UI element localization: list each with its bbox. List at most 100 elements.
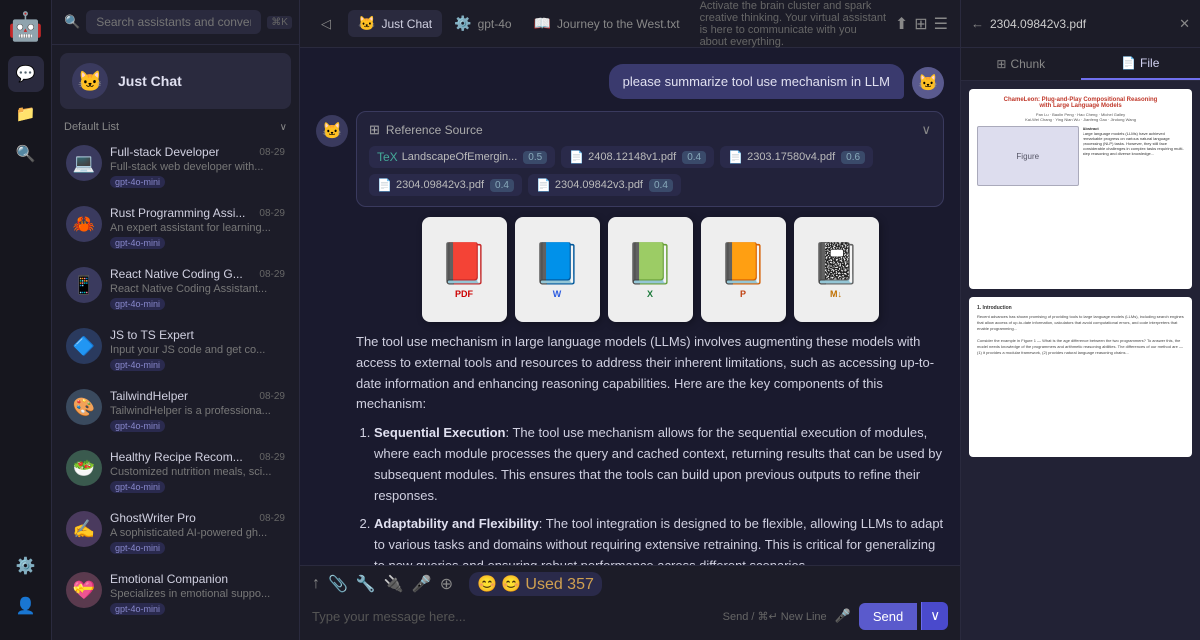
- chat-date: 08-29: [259, 452, 285, 463]
- send-dropdown[interactable]: ∨: [921, 602, 948, 630]
- chat-info: JS to TS Expert Input your JS code and g…: [110, 328, 285, 371]
- md-label: M↓: [830, 289, 842, 299]
- list-item[interactable]: 💝 Emotional Companion Specializes in emo…: [58, 564, 293, 623]
- chat-info: Rust Programming Assi...08-29 An expert …: [110, 206, 285, 249]
- file-icon-md[interactable]: 📓 M↓: [794, 217, 879, 322]
- ref-icon: ⊞: [369, 122, 380, 138]
- tool-icon[interactable]: 🔧: [356, 574, 376, 594]
- chat-name: Full-stack Developer: [110, 145, 219, 159]
- section-label: Default List: [64, 121, 119, 133]
- user-bubble: please summarize tool use mechanism in L…: [609, 64, 904, 99]
- input-area: ↑ 📎 🔧 🔌 🎤 ⊕ 😊 😊 Used 357 Send / ⌘↵ New L…: [300, 565, 960, 640]
- avatar: 🔷: [66, 328, 102, 364]
- chat-name: Healthy Recipe Recom...: [110, 450, 243, 464]
- mic-icon[interactable]: 🎤: [835, 608, 851, 624]
- tab-file-icon: 📖: [534, 15, 551, 32]
- section-chevron[interactable]: ∨: [280, 122, 287, 133]
- pdf-page1-figure: Figure Abstract Large language models (L…: [977, 126, 1184, 186]
- list-item[interactable]: ✍️ GhostWriter Pro08-29 A sophisticated …: [58, 503, 293, 562]
- search-input[interactable]: [86, 10, 261, 34]
- chat-info: Healthy Recipe Recom...08-29 Customized …: [110, 450, 285, 493]
- ref-file-2[interactable]: 📄 2408.12148v1.pdf 0.4: [561, 146, 714, 168]
- chunk-icon: ⊞: [996, 57, 1006, 71]
- ref-score: 0.4: [490, 179, 514, 192]
- model-tag: gpt-4o-mini: [110, 237, 165, 249]
- list-item[interactable]: 📱 React Native Coding G...08-29 React Na…: [58, 259, 293, 318]
- list-item[interactable]: 🎨 TailwindHelper08-29 TailwindHelper is …: [58, 381, 293, 440]
- avatar: 🦀: [66, 206, 102, 242]
- upload-icon[interactable]: ↑: [312, 575, 320, 593]
- layout-icon[interactable]: ⊞: [914, 14, 927, 34]
- ref-label: Reference Source: [386, 123, 483, 137]
- emoji-icon[interactable]: ⊕: [440, 574, 453, 594]
- ref-title: ⊞ Reference Source: [369, 122, 483, 138]
- list-item[interactable]: 🥗 Healthy Recipe Recom...08-29 Customize…: [58, 442, 293, 501]
- voice-icon[interactable]: 🎤: [412, 574, 432, 594]
- nav-user[interactable]: 👤: [8, 588, 44, 624]
- active-chat[interactable]: 🐱 Just Chat: [60, 53, 291, 109]
- tab-just-chat[interactable]: 🐱 Just Chat: [348, 10, 442, 37]
- ref-file-1[interactable]: TeX LandscapeOfEmergin... 0.5: [369, 146, 555, 168]
- pdf-page-1[interactable]: ChameLeon: Plug-and-Play Compositional R…: [969, 89, 1192, 289]
- tab-gpt[interactable]: ⚙️ gpt-4o: [444, 10, 521, 37]
- chat-date: 08-29: [259, 147, 285, 158]
- attachment-icon[interactable]: 📎: [328, 574, 348, 594]
- chat-preview: An expert assistant for learning...: [110, 222, 285, 234]
- ref-file-4[interactable]: 📄 2304.09842v3.pdf 0.4: [369, 174, 522, 196]
- chat-preview: A sophisticated AI-powered gh...: [110, 527, 285, 539]
- file-icon-pdf[interactable]: 📕 PDF: [422, 217, 507, 322]
- back-button[interactable]: ◁: [312, 10, 340, 38]
- chat-name: Emotional Companion: [110, 572, 228, 586]
- pdf-icon: 📄: [728, 150, 743, 164]
- nav-discover[interactable]: 🔍: [8, 136, 44, 172]
- ref-file-name: 2303.17580v4.pdf: [747, 151, 835, 163]
- menu-icon[interactable]: ☰: [934, 14, 948, 34]
- nav-chat[interactable]: 💬: [8, 56, 44, 92]
- ref-file-name: LandscapeOfEmergin...: [402, 151, 518, 163]
- message-input[interactable]: [312, 609, 715, 624]
- chat-preview: Input your JS code and get co...: [110, 344, 285, 356]
- pdf-icon: 📄: [536, 178, 551, 192]
- share-icon[interactable]: ⬆: [895, 14, 908, 34]
- nav-settings[interactable]: ⚙️: [8, 548, 44, 584]
- model-tag: gpt-4o-mini: [110, 298, 165, 310]
- avatar: ✍️: [66, 511, 102, 547]
- pdf-file-icon: 📕: [439, 240, 489, 287]
- chat-name: JS to TS Expert: [110, 328, 194, 342]
- tab-file[interactable]: 📖 Journey to the West.txt: [524, 10, 690, 37]
- file-icon-word[interactable]: 📘 W: [515, 217, 600, 322]
- send-button[interactable]: Send: [859, 603, 917, 630]
- pdf-panel: ← 2304.09842v3.pdf ✕ ⊞ Chunk 📄 File Cham…: [960, 0, 1200, 640]
- ref-expand-icon[interactable]: ∨: [921, 122, 931, 138]
- avatar: 💝: [66, 572, 102, 608]
- bot-text: The tool use mechanism in large language…: [356, 332, 944, 565]
- file-icon-excel[interactable]: 📗 X: [608, 217, 693, 322]
- list-item[interactable]: 🔷 JS to TS Expert Input your JS code and…: [58, 320, 293, 379]
- file-icons-row: 📕 PDF 📘 W 📗 X 📙 P: [356, 217, 944, 322]
- tab-chunk[interactable]: ⊞ Chunk: [961, 48, 1081, 80]
- list-item[interactable]: 💻 Full-stack Developer08-29 Full-stack w…: [58, 137, 293, 196]
- chat-date: 08-29: [259, 269, 285, 280]
- chat-preview: TailwindHelper is a professiona...: [110, 405, 285, 417]
- ref-file-name: 2408.12148v1.pdf: [588, 151, 676, 163]
- plugin-icon[interactable]: 🔌: [384, 574, 404, 594]
- list-item[interactable]: 🦀 Rust Programming Assi...08-29 An exper…: [58, 198, 293, 257]
- pdf-close-icon[interactable]: ✕: [1179, 16, 1190, 32]
- pdf-back-icon[interactable]: ←: [971, 16, 984, 31]
- nav-folder[interactable]: 📁: [8, 96, 44, 132]
- ref-file-3[interactable]: 📄 2303.17580v4.pdf 0.6: [720, 146, 873, 168]
- ref-file-5[interactable]: 📄 2304.09842v3.pdf 0.4: [528, 174, 681, 196]
- tab-file[interactable]: 📄 File: [1081, 48, 1200, 80]
- active-chat-avatar: 🐱: [72, 63, 108, 99]
- ref-file-name: 2304.09842v3.pdf: [555, 179, 643, 191]
- ref-score: 0.5: [523, 151, 547, 164]
- bot-avatar: 🐱: [316, 115, 348, 147]
- file-icon-ppt[interactable]: 📙 P: [701, 217, 786, 322]
- word-file-icon: 📘: [532, 240, 582, 287]
- reference-card: ⊞ Reference Source ∨ TeX LandscapeOfEmer…: [356, 111, 944, 207]
- app-logo: 🤖: [8, 8, 44, 44]
- used-badge: 😊 😊 Used 357: [469, 572, 602, 596]
- active-chat-name: Just Chat: [118, 73, 182, 89]
- pdf-label: PDF: [455, 289, 473, 299]
- pdf-page-2[interactable]: 1. Introduction Recent advances has show…: [969, 297, 1192, 457]
